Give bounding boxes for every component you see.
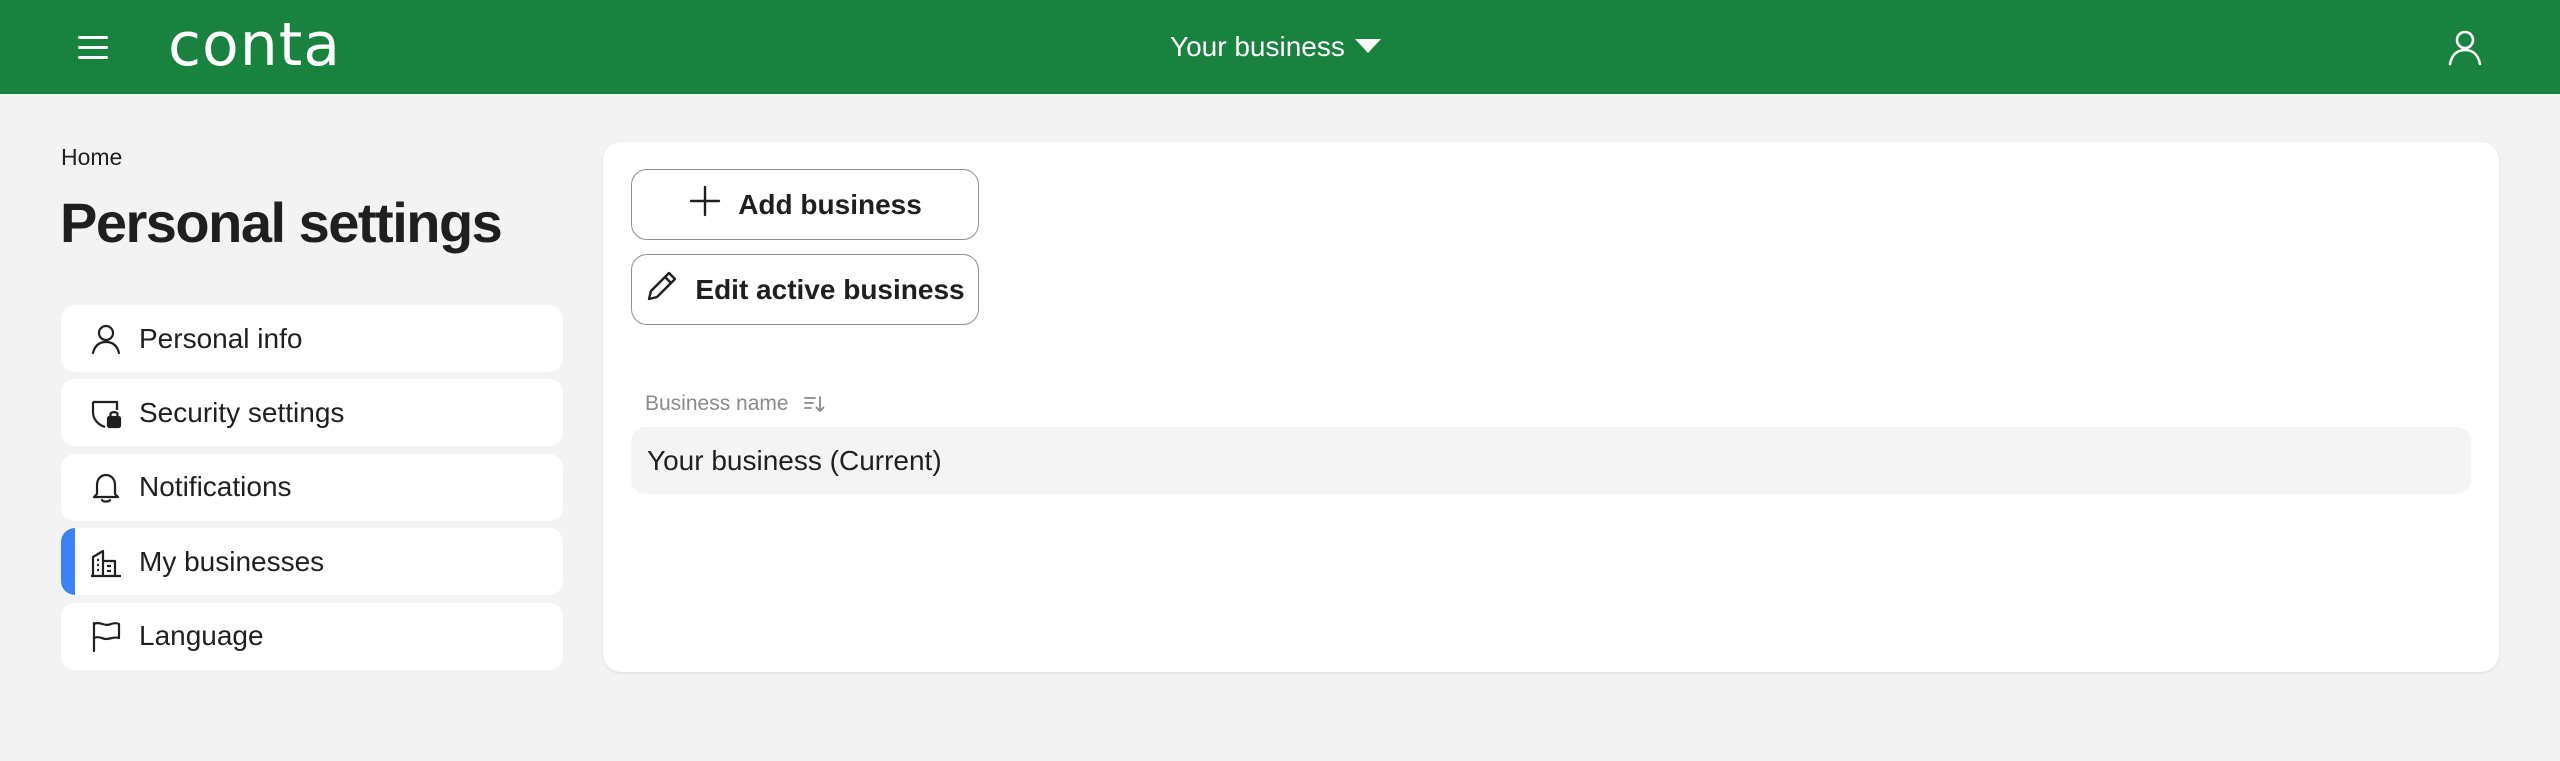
column-header-label: Business name — [645, 392, 789, 415]
person-icon — [89, 322, 123, 356]
shield-lock-icon — [89, 396, 123, 430]
flag-icon — [89, 619, 123, 653]
business-switcher-label: Your business — [1170, 31, 1345, 62]
pencil-icon — [645, 269, 679, 310]
sidebar-item-my-businesses[interactable]: My businesses — [61, 528, 563, 596]
sidebar-item-notifications[interactable]: Notifications — [61, 453, 563, 521]
bell-icon — [89, 470, 123, 504]
businesses-panel: Add business Edit active business Busine… — [603, 142, 2499, 672]
sidebar-item-label: Notifications — [139, 471, 292, 503]
add-business-button[interactable]: Add business — [631, 169, 979, 240]
chevron-down-icon — [1353, 31, 1383, 63]
sidebar-item-label: Security settings — [139, 396, 345, 428]
business-switcher[interactable]: Your business — [1170, 24, 1383, 70]
add-business-label: Add business — [738, 188, 922, 220]
sidebar-item-label: Personal info — [139, 322, 303, 354]
edit-active-business-button[interactable]: Edit active business — [631, 254, 979, 325]
buildings-icon — [89, 545, 123, 579]
sidebar-item-security-settings[interactable]: Security settings — [61, 379, 563, 447]
plus-icon — [688, 184, 722, 225]
table-row[interactable]: Your business (Current) — [631, 427, 2471, 494]
sidebar-item-personal-info[interactable]: Personal info — [61, 305, 563, 372]
breadcrumb-home[interactable]: Home — [61, 144, 122, 171]
sidebar-item-label: My businesses — [139, 545, 325, 577]
user-icon[interactable] — [2444, 26, 2486, 68]
business-name-cell: Your business (Current) — [647, 444, 942, 476]
sidebar-item-language[interactable]: Language — [61, 602, 563, 670]
conta-logo[interactable]: conta — [168, 14, 341, 76]
sidebar-item-label: Language — [139, 620, 264, 652]
settings-sidebar: Personal info Security settings Notifica… — [61, 305, 563, 677]
page-title: Personal settings — [60, 191, 503, 254]
column-header-business-name[interactable]: Business name — [645, 392, 825, 416]
top-bar: conta Your business — [0, 0, 2560, 94]
sort-icon[interactable] — [803, 393, 825, 415]
edit-business-label: Edit active business — [695, 273, 965, 305]
menu-icon[interactable] — [74, 30, 116, 64]
